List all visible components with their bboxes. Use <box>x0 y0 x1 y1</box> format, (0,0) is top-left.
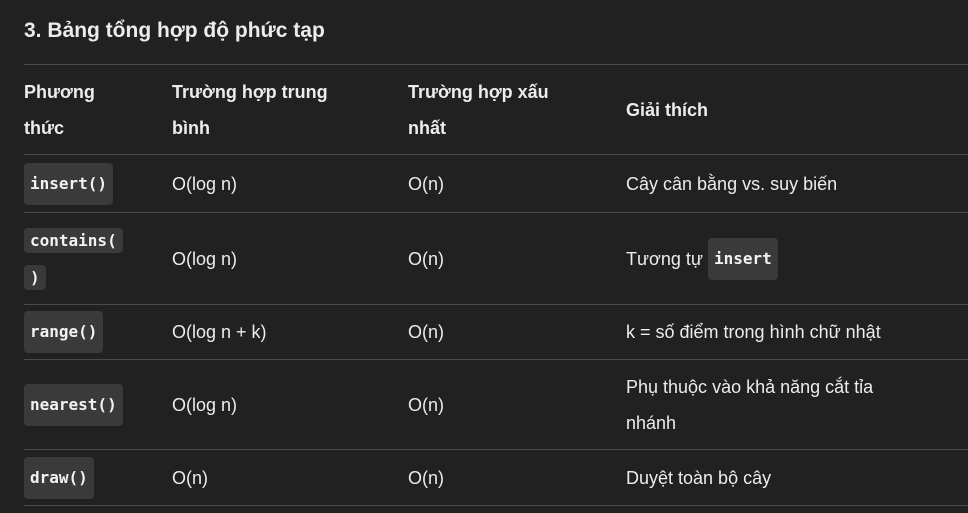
table-row: draw() O(n) O(n) Duyệt toàn bộ cây <box>24 449 968 506</box>
explanation-cell: Tương tự insert <box>626 213 956 304</box>
table-header-row: Phương thức Trường hợp trung bình Trường… <box>24 64 968 154</box>
method-code: range() <box>24 311 104 353</box>
explanation-code: insert <box>707 237 778 280</box>
average-cell: O(log n) <box>172 394 238 415</box>
worst-cell: O(n) <box>408 467 444 488</box>
method-cell: range() <box>24 305 154 359</box>
header-average-case: Trường hợp trung bình <box>172 81 328 138</box>
explanation-cell: Cây cân bằng vs. suy biến <box>626 173 838 194</box>
worst-cell: O(n) <box>408 248 444 269</box>
method-code-line1: contains( <box>24 227 123 253</box>
method-code: draw() <box>24 456 94 499</box>
table-row: contains( ) O(log n) O(n) Tương tự inser… <box>24 212 968 304</box>
average-cell: O(log n) <box>172 173 238 194</box>
section-heading: 3. Bảng tổng hợp độ phức tạp <box>24 19 325 42</box>
explanation-cell: k = số điểm trong hình chữ nhật <box>626 322 881 342</box>
average-cell: O(n) <box>172 467 208 488</box>
worst-cell: O(n) <box>408 173 444 194</box>
complexity-table: Phương thức Trường hợp trung bình Trường… <box>24 64 968 506</box>
average-cell: O(log n + k) <box>172 322 267 342</box>
method-code-line2: ) <box>24 264 46 290</box>
table-row: range() O(log n + k) O(n) k = số điểm tr… <box>24 304 968 359</box>
header-method: Phương thức <box>24 81 95 138</box>
table-row: nearest() O(log n) O(n) Phụ thuộc vào kh… <box>24 359 968 449</box>
method-cell: draw() <box>24 450 154 505</box>
table-row: insert() O(log n) O(n) Cây cân bằng vs. … <box>24 154 968 212</box>
header-explanation: Giải thích <box>626 99 709 120</box>
method-code: insert() <box>24 162 114 205</box>
worst-cell: O(n) <box>408 322 444 342</box>
method-cell: nearest() <box>24 360 154 449</box>
worst-cell: O(n) <box>408 394 444 415</box>
method-cell: insert() <box>24 155 154 212</box>
method-cell: contains( ) <box>24 213 154 304</box>
explanation-cell: Duyệt toàn bộ cây <box>626 467 772 488</box>
explanation-cell: Phụ thuộc vào khả năng cắt tỉa nhánh <box>626 376 874 433</box>
method-code: nearest() <box>24 383 123 426</box>
average-cell: O(log n) <box>172 248 238 269</box>
explanation-text: Tương tự <box>626 248 703 269</box>
header-worst-case: Trường hợp xấu nhất <box>408 81 549 138</box>
